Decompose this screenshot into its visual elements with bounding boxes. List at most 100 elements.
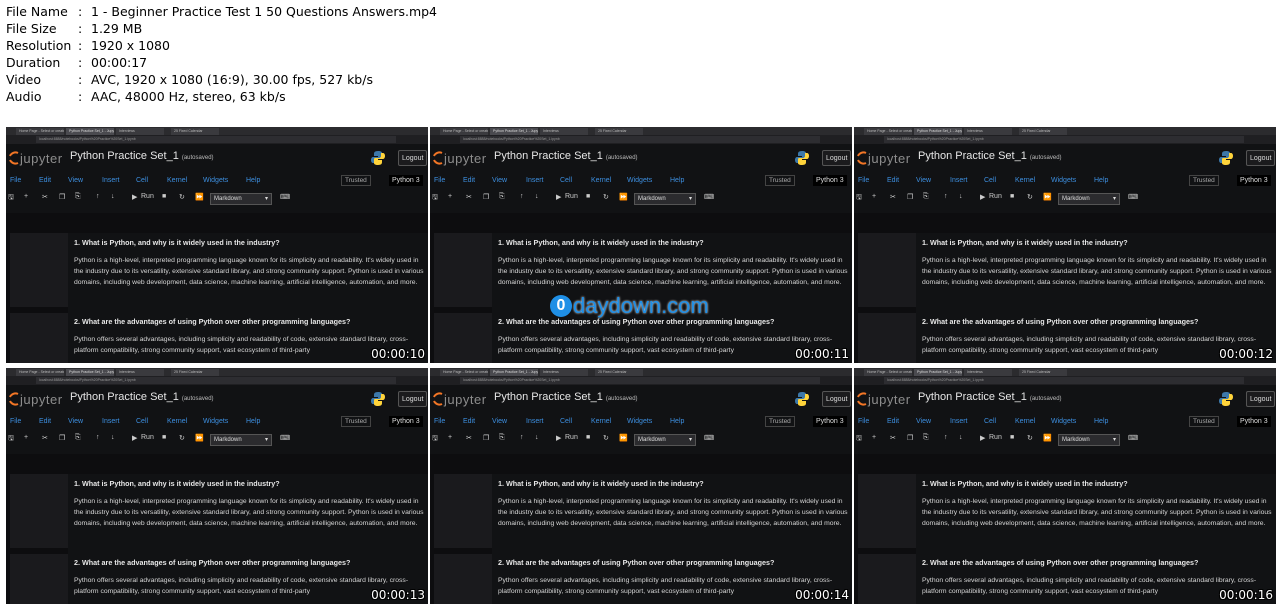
- cell-prompt: [858, 554, 916, 604]
- timestamp: 00:00:10: [371, 347, 425, 361]
- browser-tab: Interviews: [116, 128, 164, 135]
- logout-button: Logout: [822, 150, 852, 166]
- info-value: 1 - Beginner Practice Test 1 50 Question…: [91, 4, 438, 19]
- jupyter-logo-icon: [857, 151, 867, 165]
- cell-type-value: Markdown: [214, 196, 242, 202]
- menu-item: File: [10, 418, 22, 425]
- logout-button: Logout: [822, 391, 852, 407]
- video-thumbnail: Home Page - Select or create Python Pract…: [854, 368, 1276, 604]
- menu-item: Edit: [887, 418, 900, 425]
- notebook-area: 1. What is Python, and why is it widely …: [6, 213, 428, 363]
- kernel-indicator: Python 3: [1237, 416, 1271, 427]
- question-heading: 2. What are the advantages of using Pyth…: [922, 558, 1199, 567]
- kernel-indicator: Python 3: [813, 416, 847, 427]
- cell-type-value: Markdown: [1062, 437, 1090, 443]
- copy-icon: ❐: [483, 194, 490, 201]
- browser-tabstrip: Home Page - Select or create Python Pract…: [430, 127, 852, 135]
- cell-type-select: Markdown ▾: [210, 434, 272, 446]
- cell-prompt: [434, 474, 492, 548]
- menu-item: Help: [670, 177, 685, 184]
- menu-item: Widgets: [1051, 418, 1077, 425]
- menu-item: Insert: [102, 418, 120, 425]
- python-logo-icon: [371, 151, 385, 165]
- info-row: File Size:1.29 MB: [6, 20, 437, 37]
- notebook-toolbar: 🖫 + ✂ ❐ ⎘ ↑ ↓ ▶ ■ ↻ ⏩ ⌨ Run Markdown ▾: [6, 432, 428, 448]
- browser-tab: Interviews: [964, 128, 1012, 135]
- browser-tabstrip: Home Page - Select or create Python Pract…: [6, 368, 428, 376]
- notebook-toolbar: 🖫 + ✂ ❐ ⎘ ↑ ↓ ▶ ■ ↻ ⏩ ⌨ Run Markdown ▾: [854, 191, 1276, 207]
- browser-urlbar: localhost:8888/notebooks/Python%20Practi…: [430, 135, 852, 144]
- trusted-badge: Trusted: [341, 175, 371, 186]
- cell-type-select: Markdown ▾: [1058, 434, 1120, 446]
- info-key: Duration: [6, 55, 61, 70]
- menu-item: File: [434, 177, 446, 184]
- url-field: localhost:8888/notebooks/Python%20Practi…: [884, 136, 1244, 143]
- menu-item: Cell: [136, 418, 149, 425]
- trusted-badge: Trusted: [765, 416, 795, 427]
- move-down-icon: ↓: [959, 434, 963, 441]
- chevron-down-icon: ▾: [264, 437, 268, 443]
- menu-item: Insert: [950, 177, 968, 184]
- python-logo-icon: [795, 151, 809, 165]
- run-icon: ▶: [980, 435, 986, 442]
- notebook-toolbar: 🖫 + ✂ ❐ ⎘ ↑ ↓ ▶ ■ ↻ ⏩ ⌨ Run Markdown ▾: [6, 191, 428, 207]
- menu-item: File: [858, 177, 870, 184]
- run-icon: ▶: [132, 194, 138, 201]
- answer-text: Python is a high-level, interpreted prog…: [922, 257, 1272, 286]
- run-label: Run: [989, 193, 1002, 200]
- restart-icon: ↻: [1027, 194, 1033, 201]
- url-field: localhost:8888/notebooks/Python%20Practi…: [36, 136, 396, 143]
- paste-icon: ⎘: [75, 434, 81, 441]
- notebook-title: Python Practice Set_1 (autosaved): [918, 391, 1062, 403]
- info-value: AVC, 1920 x 1080 (16:9), 30.00 fps, 527 …: [91, 72, 373, 87]
- video-thumbnail: Home Page - Select or create Python Pract…: [430, 368, 852, 604]
- menu-item: View: [916, 177, 932, 184]
- browser-urlbar: localhost:8888/notebooks/Python%20Practi…: [854, 376, 1276, 385]
- python-logo-icon: [1219, 151, 1233, 165]
- chevron-down-icon: ▾: [264, 196, 268, 202]
- info-separator: :: [78, 89, 83, 104]
- trusted-badge: Trusted: [1189, 416, 1219, 427]
- info-key: Audio: [6, 89, 42, 104]
- question-heading: 1. What is Python, and why is it widely …: [74, 238, 280, 247]
- info-separator: :: [78, 55, 83, 70]
- run-icon: ▶: [980, 194, 986, 201]
- autosaved-label: (autosaved): [181, 396, 214, 402]
- menu-item: Widgets: [203, 418, 229, 425]
- keyboard-icon: ⌨: [704, 194, 715, 201]
- cut-icon: ✂: [466, 194, 472, 201]
- fast-forward-icon: ⏩: [195, 435, 204, 442]
- timestamp: 00:00:12: [1219, 347, 1273, 361]
- menu-bar: File Edit View Insert Cell Kernel Widgets Help T…: [6, 415, 428, 429]
- fast-forward-icon: ⏩: [1043, 435, 1052, 442]
- info-key: Video: [6, 72, 42, 87]
- menu-item: Edit: [887, 177, 900, 184]
- save-icon: 🖫: [432, 194, 438, 201]
- paste-icon: ⎘: [75, 193, 81, 200]
- menu-item: Help: [1094, 177, 1109, 184]
- menu-item: Kernel: [167, 418, 188, 425]
- notebook-title: Python Practice Set_1 (autosaved): [494, 391, 638, 403]
- run-label: Run: [141, 434, 154, 441]
- cut-icon: ✂: [42, 194, 48, 201]
- cell-prompt: [434, 313, 492, 363]
- cell-prompt: [10, 233, 68, 307]
- browser-tab: Python Practice Set_1 - Jupyt: [490, 369, 538, 376]
- chevron-down-icon: ▾: [1112, 196, 1116, 202]
- cell-prompt: [10, 313, 68, 363]
- fast-forward-icon: ⏩: [195, 194, 204, 201]
- notebook-title-text: Python Practice Set_1: [494, 391, 603, 403]
- save-icon: 🖫: [856, 435, 862, 442]
- notebook-toolbar: 🖫 + ✂ ❐ ⎘ ↑ ↓ ▶ ■ ↻ ⏩ ⌨ Run Markdown ▾: [430, 191, 852, 207]
- browser-tabstrip: Home Page - Select or create Python Pract…: [430, 368, 852, 376]
- keyboard-icon: ⌨: [280, 194, 291, 201]
- menu-bar: File Edit View Insert Cell Kernel Widgets Help T…: [854, 174, 1276, 188]
- jupyter-brand: jupyter: [444, 392, 487, 407]
- menu-item: Kernel: [167, 177, 188, 184]
- menu-item: Edit: [39, 418, 52, 425]
- jupyter-header: jupyter Python Practice Set_1 (autosaved) L…: [6, 385, 428, 415]
- info-key: File Name: [6, 4, 68, 19]
- jupyter-brand: jupyter: [868, 392, 911, 407]
- menu-item: Cell: [560, 418, 573, 425]
- browser-tab: Home Page - Select or create: [16, 369, 64, 376]
